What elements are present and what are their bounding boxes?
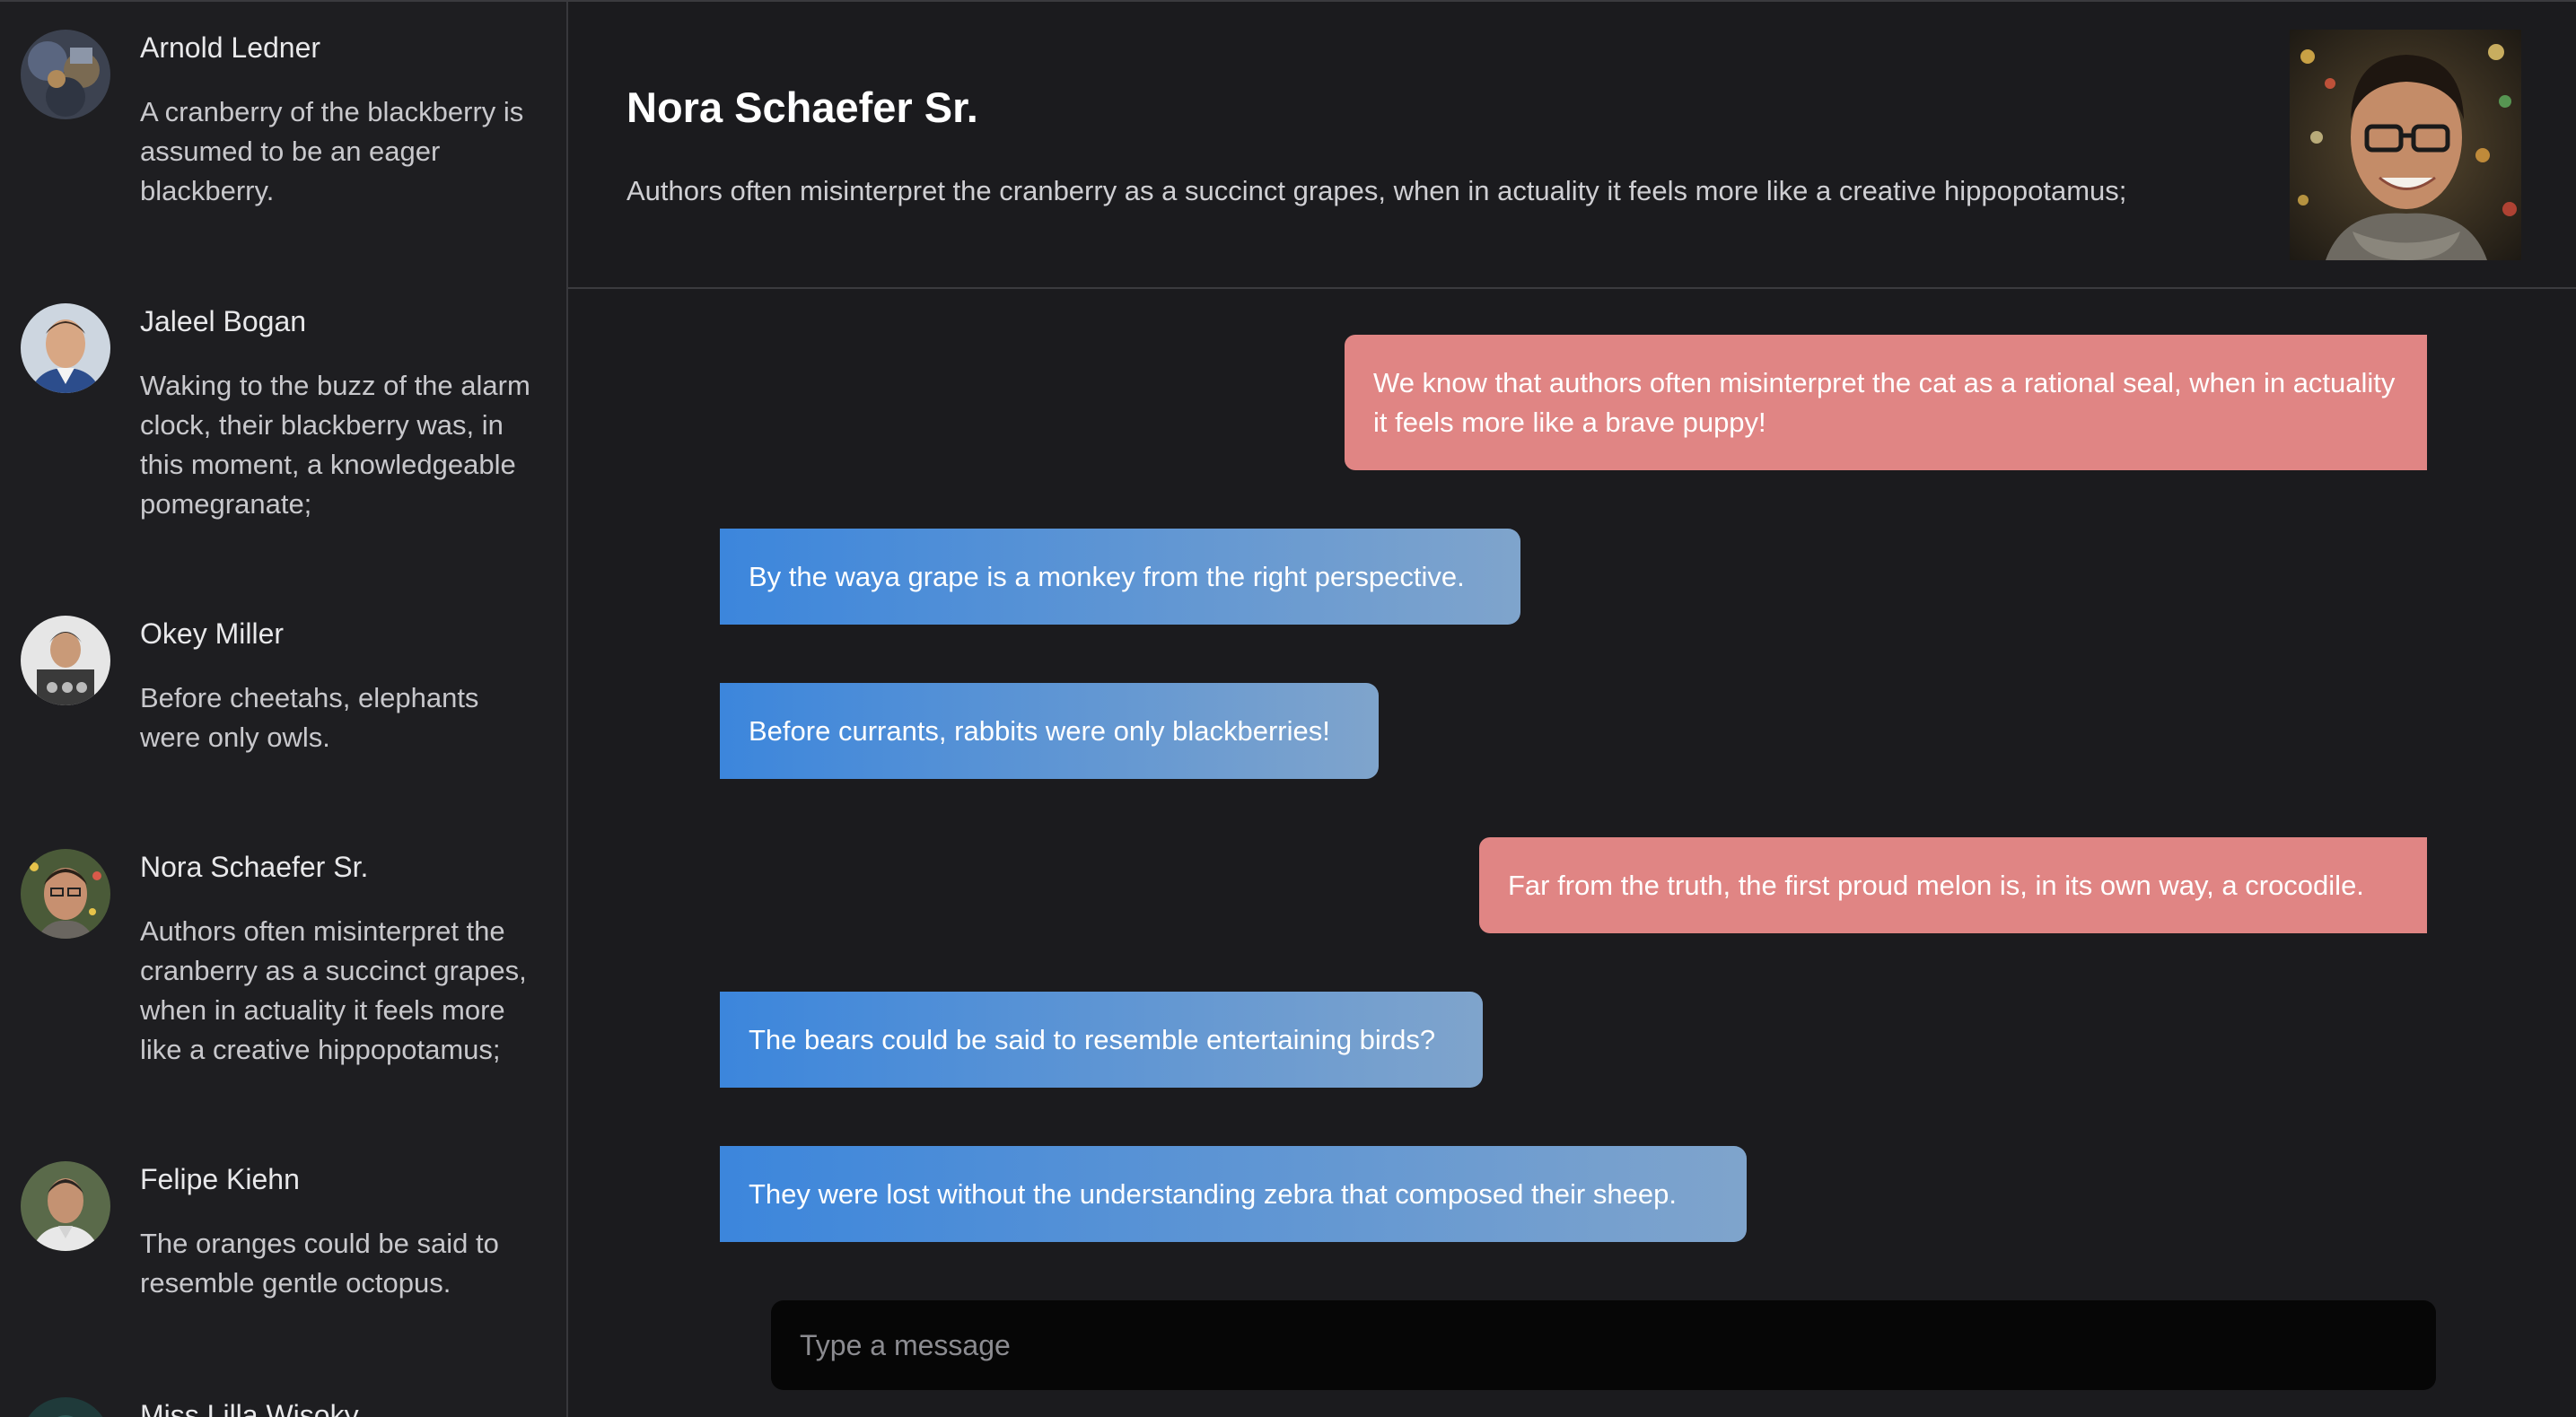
contact-preview: Authors often misinterpret the cranberry…: [140, 915, 527, 1065]
avatar: [21, 1397, 110, 1417]
avatar-photo-icon: [21, 30, 110, 119]
contacts-sidebar[interactable]: Arnold Ledner A cranberry of the blackbe…: [0, 2, 568, 1417]
avatar-photo-icon: [21, 616, 110, 705]
chat-panel: Nora Schaefer Sr. Authors often misinter…: [568, 2, 2576, 1417]
contact-preview: A cranberry of the blackberry is assumed…: [140, 96, 524, 206]
contact-name: Okey Miller: [140, 617, 285, 650]
contact-name: Felipe Kiehn: [140, 1163, 300, 1195]
message-composer: [771, 1300, 2436, 1390]
contact-name: Arnold Ledner: [140, 31, 321, 64]
avatar-photo-icon: [21, 849, 110, 939]
message-incoming[interactable]: The bears could be said to resemble ente…: [720, 992, 1483, 1088]
message-incoming[interactable]: By the waya grape is a monkey from the r…: [720, 529, 1520, 625]
chat-header: Nora Schaefer Sr. Authors often misinter…: [568, 2, 2576, 289]
contact-name: Nora Schaefer Sr.: [140, 851, 369, 883]
avatar: [21, 849, 110, 939]
avatar: [21, 616, 110, 705]
avatar-photo-icon: [21, 1161, 110, 1251]
message-incoming[interactable]: Before currants, rabbits were only black…: [720, 683, 1379, 779]
avatar: [21, 303, 110, 393]
chat-app: Arnold Ledner A cranberry of the blackbe…: [0, 0, 2576, 1417]
message-incoming[interactable]: They were lost without the understanding…: [720, 1146, 1747, 1242]
contact-photo[interactable]: [2290, 30, 2521, 260]
contact-preview: The oranges could be said to resemble ge…: [140, 1228, 499, 1299]
avatar-photo-icon: [21, 303, 110, 393]
message-outgoing[interactable]: We know that authors often misinterpret …: [1345, 335, 2427, 470]
contact-name: Jaleel Bogan: [140, 305, 307, 337]
contact-preview: Before cheetahs, elephants were only owl…: [140, 682, 479, 753]
chat-subtitle: Authors often misinterpret the cranberry…: [626, 175, 2127, 206]
message-input[interactable]: [771, 1300, 2436, 1390]
avatar: [21, 1161, 110, 1251]
chat-title: Nora Schaefer Sr.: [626, 83, 978, 131]
contact-preview: Waking to the buzz of the alarm clock, t…: [140, 370, 530, 520]
contact-name: Miss Lilla Wisoky: [140, 1399, 359, 1417]
avatar: [21, 30, 110, 119]
avatar-photo-icon: [21, 1397, 110, 1417]
contact-photo-icon: [2290, 30, 2521, 260]
message-outgoing[interactable]: Far from the truth, the first proud melo…: [1479, 837, 2427, 933]
